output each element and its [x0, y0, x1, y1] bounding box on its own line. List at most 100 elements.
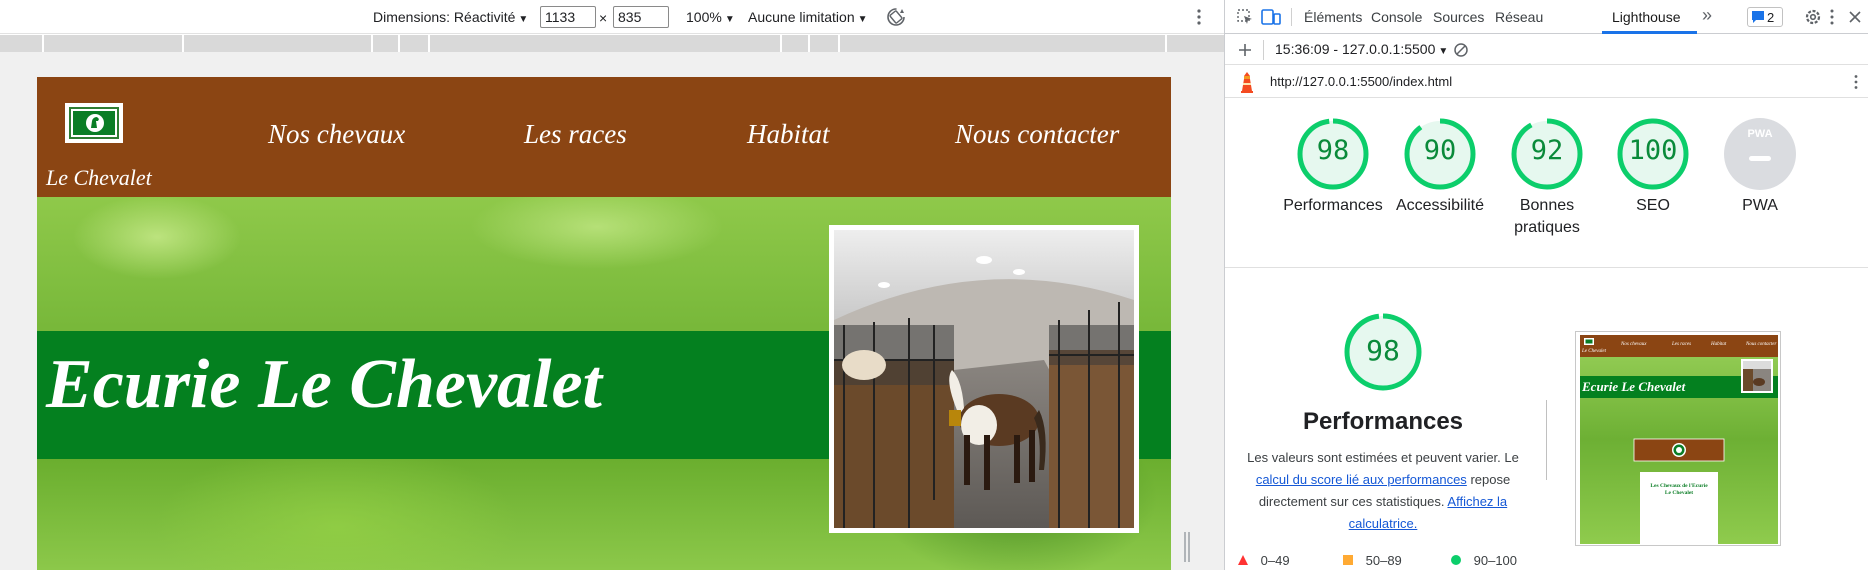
more-tabs-icon[interactable]: » — [1702, 5, 1712, 26]
issues-count: 2 — [1767, 10, 1775, 25]
media-query-marker — [780, 35, 782, 52]
score-gauge-pwa[interactable]: PWA PWA — [1710, 116, 1810, 214]
thumbnail-render — [1580, 335, 1778, 544]
device-toggle-icon[interactable] — [1261, 8, 1281, 26]
nav-link-habitat[interactable]: Habitat — [747, 119, 830, 150]
score-legend: 0–49 50–89 90–100 — [1237, 553, 1537, 570]
lighthouse-toolbar: 15:36:09 - 127.0.0.1:5500 ▼ — [1225, 35, 1868, 65]
clear-icon[interactable] — [1453, 42, 1469, 58]
hero-section: Ecurie Le Chevalet — [37, 197, 1171, 570]
performance-title: Performances — [1302, 408, 1464, 435]
tab-console[interactable]: Console — [1371, 9, 1422, 25]
legend-item-fail: 0–49 — [1237, 553, 1290, 568]
device-toolbar: Dimensions: Réactivité▼ × 100%▼ Aucune l… — [0, 0, 1224, 34]
media-query-marker — [182, 35, 184, 52]
logo-background — [73, 111, 115, 135]
chevron-down-icon: ▼ — [857, 14, 868, 25]
score-gauge-best-practices[interactable]: 92 Bonnes pratiques — [1497, 116, 1597, 236]
kebab-menu-icon[interactable] — [1829, 8, 1835, 26]
report-url-bar: http://127.0.0.1:5500/index.html — [1225, 66, 1868, 98]
legend-item-average: 50–89 — [1342, 553, 1402, 568]
media-query-bar[interactable] — [0, 35, 1224, 52]
rotate-icon[interactable] — [885, 6, 907, 28]
chevron-down-icon: ▼ — [1438, 46, 1449, 57]
website-preview: Le Chevalet Nos chevaux Les races Habita… — [37, 77, 1171, 570]
site-name: Le Chevalet — [46, 165, 152, 190]
tab-lighthouse[interactable]: Lighthouse — [1612, 9, 1681, 25]
dimensions-dropdown[interactable]: Dimensions: Réactivité ▼ — [373, 9, 528, 25]
inspect-element-icon[interactable] — [1236, 8, 1254, 26]
nav-link-nous-contacter[interactable]: Nous contacter — [955, 119, 1119, 150]
report-url[interactable]: http://127.0.0.1:5500/index.html — [1270, 74, 1452, 89]
site-logo[interactable] — [65, 103, 123, 143]
legend-range: 50–89 — [1365, 553, 1402, 568]
pwa-badge-text: PWA — [1747, 128, 1773, 140]
devtools-tabbar: Éléments Console Sources Réseau Lighthou… — [1225, 0, 1868, 34]
report-selector[interactable]: 15:36:09 - 127.0.0.1:5500 ▼ — [1275, 41, 1448, 57]
score-label: Accessibilité — [1395, 197, 1485, 214]
device-frame: Le Chevalet Nos chevaux Les races Habita… — [0, 52, 1224, 570]
thumb-card-subtitle: Le Chevalet — [1664, 490, 1694, 496]
new-report-icon[interactable] — [1237, 42, 1253, 58]
tab-sources[interactable]: Sources — [1433, 9, 1484, 25]
tab-elements[interactable]: Éléments — [1304, 9, 1362, 25]
legend-range: 0–49 — [1260, 553, 1290, 568]
thumb-nav-link: Nos chevaux — [1621, 342, 1647, 347]
description-text: Les valeurs sont estimées et peuvent var… — [1247, 450, 1519, 465]
score-gauge-performance[interactable]: 98 Performances — [1283, 116, 1383, 214]
horse-head-icon — [86, 114, 104, 132]
score-calculation-link[interactable]: calcul du score lié aux performances — [1256, 472, 1467, 487]
stable-photo — [829, 225, 1139, 533]
zoom-dropdown[interactable]: 100% ▼ — [686, 9, 735, 25]
thumb-nav-link: Nous contacter — [1746, 342, 1777, 347]
hero-title: Ecurie Le Chevalet — [46, 346, 603, 423]
score-value: 90 — [1423, 135, 1457, 166]
tab-network[interactable]: Réseau — [1495, 9, 1543, 25]
media-query-marker — [398, 35, 400, 52]
site-header: Le Chevalet Nos chevaux Les races Habita… — [37, 77, 1171, 197]
red-triangle-icon — [1238, 555, 1248, 565]
legend-range: 90–100 — [1473, 553, 1518, 568]
thumb-card-title: Les Chevaux de l'Ecurie — [1650, 483, 1708, 489]
report-menu-icon[interactable] — [1853, 74, 1859, 90]
score-label: Bonnes pratiques — [1514, 197, 1580, 236]
media-query-marker — [428, 35, 430, 52]
gear-icon[interactable] — [1804, 8, 1822, 26]
lighthouse-logo-icon — [1241, 72, 1253, 93]
stable-interior-image — [834, 230, 1134, 528]
media-query-marker — [371, 35, 373, 52]
resize-handle-icon[interactable] — [1183, 532, 1191, 562]
media-query-marker — [1165, 35, 1167, 52]
nav-link-nos-chevaux[interactable]: Nos chevaux — [268, 119, 405, 150]
chevron-down-icon: ▼ — [518, 14, 529, 25]
toolbar-divider — [1263, 40, 1264, 60]
close-icon[interactable] — [1848, 10, 1862, 24]
viewport-width-input[interactable] — [540, 6, 596, 28]
device-viewport-pane: Dimensions: Réactivité▼ × 100%▼ Aucune l… — [0, 0, 1224, 570]
throttling-dropdown[interactable]: Aucune limitation ▼ — [748, 9, 868, 25]
performance-score-value: 98 — [1366, 334, 1400, 367]
issues-badge[interactable]: 2 — [1747, 7, 1783, 27]
nav-link-les-races[interactable]: Les races — [524, 119, 627, 150]
orange-square-icon — [1343, 555, 1353, 565]
more-options-icon[interactable] — [1191, 8, 1207, 26]
page-screenshot-thumbnail[interactable]: Nos chevaux Les races Habitat Nous conta… — [1575, 331, 1781, 546]
thumb-hero-title: Ecurie Le Chevalet — [1582, 379, 1686, 394]
score-label: SEO — [1636, 197, 1670, 214]
chevron-down-icon: ▼ — [724, 14, 735, 25]
thumb-site-name: Le Chevalet — [1582, 349, 1607, 354]
thumb-nav-link: Habitat — [1711, 342, 1727, 347]
score-value: 100 — [1628, 135, 1678, 166]
thumb-nav-link: Les races — [1672, 342, 1692, 347]
performance-description: Les valeurs sont estimées et peuvent var… — [1240, 447, 1526, 535]
tab-divider — [1291, 8, 1292, 26]
score-gauge-accessibility[interactable]: 90 Accessibilité — [1390, 116, 1490, 214]
score-gauge-seo[interactable]: 100 SEO — [1603, 116, 1703, 214]
dimension-separator: × — [599, 10, 608, 26]
viewport-height-input[interactable] — [613, 6, 669, 28]
legend-item-pass: 90–100 — [1450, 553, 1517, 568]
score-value: 98 — [1316, 135, 1350, 166]
score-value: 92 — [1530, 135, 1564, 166]
chat-bubble-icon — [1752, 11, 1764, 23]
score-label: PWA — [1742, 197, 1778, 214]
